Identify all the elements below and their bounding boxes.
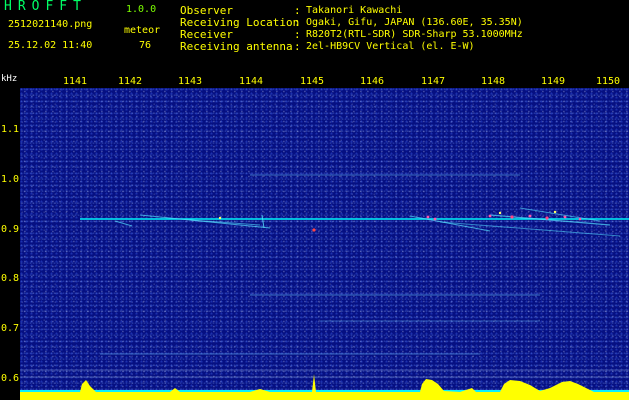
meteor-echo: [578, 217, 582, 221]
x-tick-label: 1148: [480, 76, 506, 87]
x-axis-ticks: 1141 1142 1143 1144 1145 1146 1147 1148 …: [20, 76, 629, 88]
x-tick-label: 1147: [420, 76, 446, 87]
meteor-label: meteor: [124, 25, 161, 36]
x-tick-label: 1144: [238, 76, 264, 87]
app-logo: HROFFT: [4, 0, 87, 14]
spectrum-band: [20, 374, 629, 400]
x-tick-label: 1146: [359, 76, 385, 87]
info-label-antenna: Receiving antenna: [180, 40, 293, 53]
x-tick-label: 1141: [62, 76, 88, 87]
meteor-trail: [189, 219, 261, 226]
app-version: 1.0.0: [126, 4, 157, 15]
header-panel: HROFFT 1.0.0 2512021140.png meteor 25.12…: [0, 0, 629, 75]
x-tick-label: 1142: [117, 76, 143, 87]
y-tick-label: 0.9: [1, 224, 20, 235]
y-tick-label: 0.7: [1, 323, 20, 334]
meteor-echo: [498, 211, 502, 215]
y-tick-label: 1.0: [1, 174, 20, 185]
spectrogram-svg: [20, 174, 629, 400]
meteor-count: 76: [139, 40, 152, 51]
capture-datetime: 25.12.02 11:40: [8, 40, 93, 51]
info-value-receiver: R820T2(RTL-SDR) SDR-Sharp 53.1000MHz: [306, 29, 523, 40]
x-tick-label: 1145: [299, 76, 325, 87]
meteor-echo: [218, 216, 222, 220]
info-value-observer: Takanori Kawachi: [306, 5, 403, 16]
meteor-trail: [409, 215, 491, 232]
y-axis-unit: kHz: [1, 74, 18, 84]
info-value-antenna: 2el-HB9CV Vertical (el. E-W): [306, 41, 475, 52]
meteor-echo: [312, 228, 316, 232]
spectrogram-plot: [20, 88, 629, 400]
meteor-echo: [545, 216, 549, 220]
y-tick-label: 0.6: [1, 373, 20, 384]
x-tick-label: 1150: [595, 76, 621, 87]
meteor-echo: [528, 214, 532, 218]
meteor-echo: [510, 215, 514, 219]
meteor-echo: [553, 210, 557, 214]
y-tick-label: 1.1: [1, 124, 20, 135]
x-tick-label: 1149: [540, 76, 566, 87]
meteor-echo: [426, 215, 430, 219]
image-filename: 2512021140.png: [8, 19, 93, 30]
meteor-echo: [563, 215, 567, 219]
info-separator: :: [294, 40, 301, 53]
info-value-location: Ogaki, Gifu, JAPAN (136.60E, 35.35N): [306, 17, 523, 28]
y-tick-label: 0.8: [1, 273, 20, 284]
meteor-echo: [488, 214, 492, 218]
meteor-echo: [433, 217, 437, 221]
meteor-trail: [114, 220, 133, 227]
x-tick-label: 1143: [177, 76, 203, 87]
meteor-trail: [261, 214, 265, 229]
